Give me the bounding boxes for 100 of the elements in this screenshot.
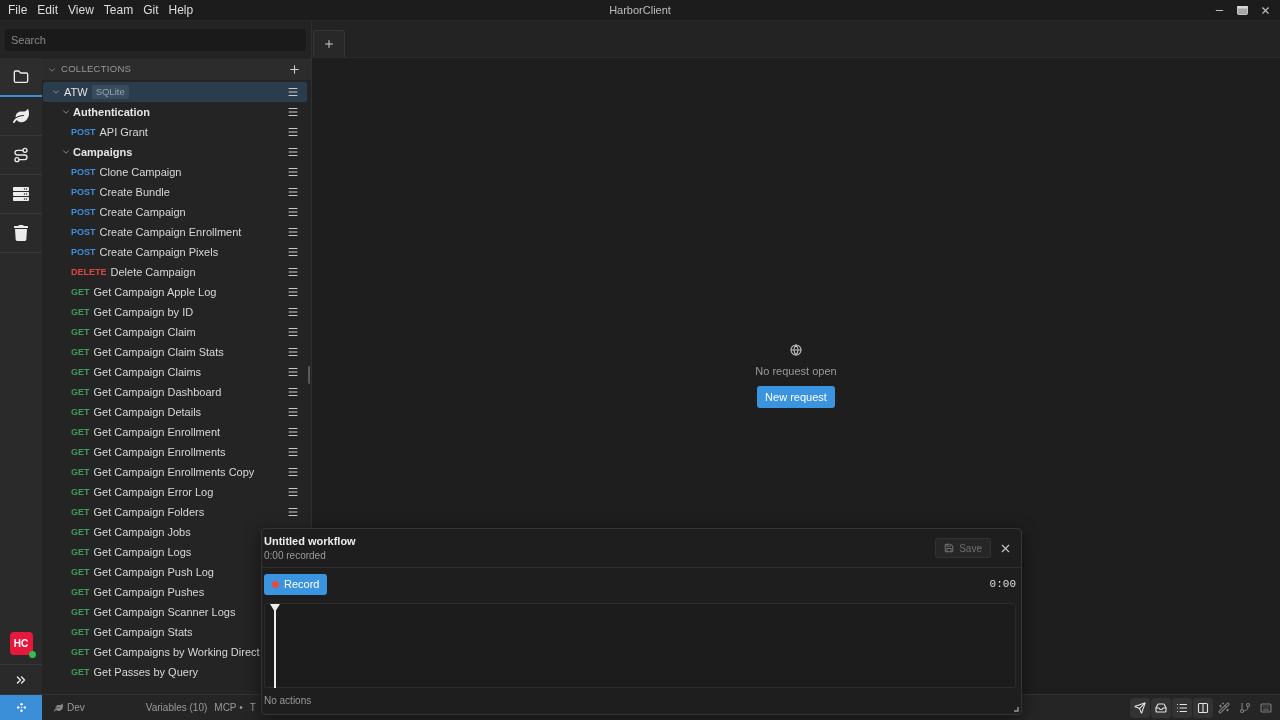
tree-item[interactable]: DELETE Delete Campaign — [43, 262, 307, 282]
status-item[interactable]: T — [249, 700, 256, 715]
search-field[interactable]: Search — [5, 28, 306, 51]
menu-icon[interactable] — [287, 146, 299, 158]
request-name: Get Campaign Enrollment — [93, 424, 221, 440]
menu-icon[interactable] — [287, 226, 299, 238]
request-name: Get Campaign Apple Log — [93, 284, 217, 300]
trash-icon — [13, 225, 29, 241]
tree-item[interactable]: POST Create Campaign Enrollment — [43, 222, 307, 242]
tree-item[interactable]: GET Get Campaign Details — [43, 402, 307, 422]
variables-link[interactable]: Variables (10) — [145, 700, 208, 715]
window-title: HarborClient — [609, 3, 671, 17]
menu-icon[interactable] — [287, 286, 299, 298]
new-tab-button[interactable] — [313, 30, 345, 57]
resize-grip-icon[interactable] — [1014, 707, 1019, 712]
menu-icon[interactable] — [287, 346, 299, 358]
method-label: GET — [71, 546, 90, 558]
chevron-down-icon[interactable] — [51, 87, 61, 97]
method-label: GET — [71, 446, 90, 458]
menu-icon[interactable] — [287, 166, 299, 178]
request-name: Get Campaign Details — [93, 404, 202, 420]
menu-icon[interactable] — [287, 466, 299, 478]
method-label: DELETE — [71, 266, 107, 278]
empty-state-message: No request open — [755, 363, 837, 379]
menu-item[interactable]: Team — [103, 3, 134, 17]
method-label: GET — [71, 286, 90, 298]
tree-item[interactable]: GET Get Campaign Folders — [43, 502, 307, 522]
tree-item[interactable]: GET Get Campaign Claims — [43, 362, 307, 382]
menu-icon[interactable] — [287, 186, 299, 198]
tree-item[interactable]: Authentication — [43, 102, 307, 122]
type-tag: SQLite — [91, 85, 129, 99]
tree-item[interactable]: GET Get Campaign Claim Stats — [43, 342, 307, 362]
tree-item[interactable]: GET Get Campaign Enrollment — [43, 422, 307, 442]
menu-icon[interactable] — [287, 426, 299, 438]
menu-icon[interactable] — [287, 206, 299, 218]
toolbar-toggle[interactable] — [1151, 697, 1171, 718]
playhead-icon[interactable] — [270, 604, 280, 688]
toolbar-toggle[interactable] — [1172, 697, 1192, 718]
route-icon — [13, 147, 29, 163]
tree-item[interactable]: ATW SQLite — [43, 82, 307, 102]
tree-item[interactable]: POST Clone Campaign — [43, 162, 307, 182]
menu-item[interactable]: Help — [168, 3, 194, 17]
method-label: GET — [71, 306, 90, 318]
request-name: Get Campaign Stats — [93, 624, 193, 640]
tree-item[interactable]: GET Get Campaign Apple Log — [43, 282, 307, 302]
method-label: GET — [71, 566, 90, 578]
menu-item[interactable]: View — [68, 3, 94, 17]
method-label: GET — [71, 406, 90, 418]
menu-icon[interactable] — [287, 406, 299, 418]
workflow-title: Untitled workflow — [264, 534, 356, 548]
method-label: GET — [71, 646, 90, 658]
request-name: Create Campaign Pixels — [99, 244, 219, 260]
save-icon — [944, 543, 955, 553]
tree-item[interactable]: GET Get Campaign Claim — [43, 322, 307, 342]
environment-selector[interactable]: Dev — [54, 700, 85, 715]
magic-wand-icon — [1218, 701, 1230, 714]
method-label: POST — [71, 206, 96, 218]
menu-icon[interactable] — [287, 486, 299, 498]
tree-item[interactable]: POST API Grant — [43, 122, 307, 142]
method-label: GET — [71, 386, 90, 398]
menu-icon[interactable] — [287, 266, 299, 278]
menu-icon[interactable] — [287, 246, 299, 258]
user-avatar[interactable]: HC — [9, 632, 33, 655]
menu-icon[interactable] — [287, 506, 299, 518]
tree-item[interactable]: GET Get Campaign Enrollments — [43, 442, 307, 462]
menu-icon[interactable] — [287, 106, 299, 118]
menu-icon[interactable] — [287, 386, 299, 398]
method-label: POST — [71, 186, 96, 198]
scrollbar-thumb[interactable] — [308, 366, 310, 384]
menu-item[interactable]: Edit — [37, 3, 59, 17]
menu-icon[interactable] — [287, 306, 299, 318]
request-name: Get Campaign Claims — [93, 364, 202, 380]
mcp-status[interactable]: MCP • — [214, 700, 243, 715]
chevron-down-icon[interactable] — [61, 147, 71, 157]
maximize-icon[interactable] — [1237, 5, 1248, 15]
add-icon[interactable] — [288, 63, 301, 76]
tree-item[interactable]: GET Get Campaign Enrollments Copy — [43, 462, 307, 482]
chevron-down-icon[interactable] — [61, 107, 71, 117]
tree-item[interactable]: POST Create Campaign — [43, 202, 307, 222]
tree-item[interactable]: Campaigns — [43, 142, 307, 162]
tree-item[interactable]: POST Create Campaign Pixels — [43, 242, 307, 262]
menu-item[interactable]: File — [8, 3, 28, 17]
menu-item[interactable]: Git — [143, 3, 159, 17]
menu-icon[interactable] — [287, 126, 299, 138]
request-name: Get Campaign Error Log — [93, 484, 214, 500]
request-name: Get Campaign Claim Stats — [93, 344, 224, 360]
tree-item[interactable]: GET Get Campaign Dashboard — [43, 382, 307, 402]
menu-icon[interactable] — [287, 326, 299, 338]
tree-item[interactable]: POST Create Bundle — [43, 182, 307, 202]
toolbar-toggle[interactable] — [1193, 697, 1213, 718]
toolbar-toggle[interactable] — [1130, 697, 1150, 718]
folder-name: Authentication — [73, 104, 150, 120]
menu-icon[interactable] — [287, 86, 299, 98]
request-name: API Grant — [99, 124, 148, 140]
close-icon[interactable] — [1260, 4, 1271, 16]
method-label: GET — [71, 346, 90, 358]
menu-icon[interactable] — [287, 446, 299, 458]
tree-item[interactable]: GET Get Campaign Error Log — [43, 482, 307, 502]
tree-item[interactable]: GET Get Campaign by ID — [43, 302, 307, 322]
menu-icon[interactable] — [287, 366, 299, 378]
